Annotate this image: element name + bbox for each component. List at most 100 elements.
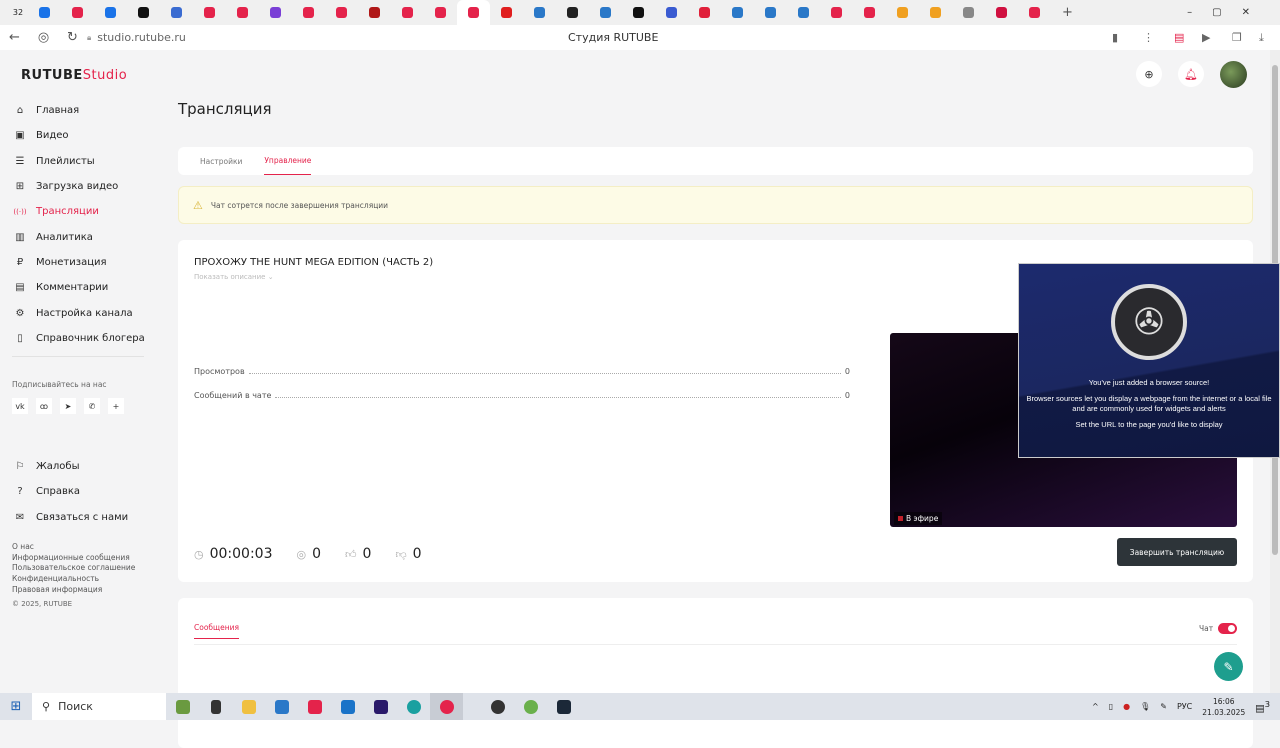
sidebar-bottom-item[interactable]: ✉ Связаться с нами	[12, 505, 128, 530]
collections-icon[interactable]: ❐	[1232, 31, 1242, 44]
pen-icon[interactable]: ✎	[1160, 702, 1167, 711]
footer-link[interactable]: Правовая информация	[12, 585, 135, 596]
browser-tab[interactable]	[787, 0, 820, 25]
sidebar-item[interactable]: ₽ Монетизация	[12, 250, 152, 275]
browser-tab[interactable]	[1018, 0, 1051, 25]
browser-tab[interactable]	[490, 0, 523, 25]
tab-messages[interactable]: Сообщения	[194, 623, 240, 639]
sidebar-item[interactable]: ▣ Видео	[12, 123, 152, 148]
footer-link[interactable]: О нас	[12, 542, 135, 553]
browser-tab[interactable]	[358, 0, 391, 25]
browser-tab[interactable]	[853, 0, 886, 25]
sidebar-item[interactable]: ⊞ Загрузка видео	[12, 174, 152, 199]
yandex-browser-icon[interactable]	[430, 693, 463, 720]
footer-link[interactable]: Конфиденциальность	[12, 574, 135, 585]
steam-icon[interactable]	[547, 699, 580, 714]
chat-toggle[interactable]	[1218, 623, 1237, 634]
utorrent-icon[interactable]	[514, 699, 547, 714]
windows-start-icon[interactable]: ⊞	[0, 699, 32, 714]
url-field[interactable]: studio.rutube.ru	[97, 31, 186, 44]
explorer-icon[interactable]	[232, 699, 265, 714]
clock[interactable]: 16:06 21.03.2025	[1202, 696, 1245, 718]
sidebar-bottom-item[interactable]: ? Справка	[12, 479, 128, 504]
browser-tab[interactable]	[457, 0, 490, 25]
create-icon[interactable]: ⊕	[1136, 61, 1162, 87]
viber-icon[interactable]: ✆	[84, 398, 100, 414]
reload-icon[interactable]: ↻	[58, 30, 87, 45]
browser-tab[interactable]	[61, 0, 94, 25]
browser-tab[interactable]	[391, 0, 424, 25]
browser-tab[interactable]	[688, 0, 721, 25]
end-stream-button[interactable]: Завершить трансляцию	[1117, 538, 1237, 566]
chevron-up-icon[interactable]: ^	[1092, 702, 1099, 711]
browser-tab[interactable]	[127, 0, 160, 25]
browser-tab[interactable]	[160, 0, 193, 25]
browser-tab[interactable]	[259, 0, 292, 25]
tray-app-icon[interactable]: ▯	[1109, 702, 1113, 711]
sidebar-item[interactable]: ☰ Плейлисты	[12, 149, 152, 174]
edge-icon[interactable]	[397, 699, 430, 714]
tab-settings[interactable]: Настройки	[200, 157, 242, 166]
browser-tab[interactable]	[919, 0, 952, 25]
browser-tab[interactable]	[28, 0, 61, 25]
animate-icon[interactable]	[364, 699, 397, 714]
show-description-link[interactable]: Показать описание ⌄	[194, 273, 274, 281]
sidebar-item[interactable]: ▯ Справочник блогера	[12, 326, 152, 351]
more-icon[interactable]: +	[108, 398, 124, 414]
browser-tab[interactable]	[556, 0, 589, 25]
sidebar-item[interactable]: ▥ Аналитика	[12, 224, 152, 249]
browser-tab[interactable]	[523, 0, 556, 25]
browser-tab[interactable]	[655, 0, 688, 25]
avatar[interactable]	[1220, 61, 1247, 88]
rutube-studio-logo[interactable]: RUTUBEStudio	[21, 68, 127, 83]
language-indicator[interactable]: РУС	[1177, 702, 1192, 711]
browser-tab[interactable]	[622, 0, 655, 25]
browser-tab[interactable]	[94, 0, 127, 25]
extension-icon[interactable]: ▤	[1174, 31, 1184, 44]
store-icon[interactable]	[265, 699, 298, 714]
task-view-icon[interactable]	[199, 699, 232, 714]
browser-tab[interactable]	[424, 0, 457, 25]
yandex-icon[interactable]	[298, 699, 331, 714]
sidebar-item[interactable]: ▤ Комментарии	[12, 275, 152, 300]
menu-icon[interactable]: ⋮	[1143, 31, 1154, 44]
browser-tab[interactable]	[226, 0, 259, 25]
browser-tab[interactable]	[820, 0, 853, 25]
media-icon[interactable]: ▶	[1202, 31, 1210, 44]
back-icon[interactable]: ←	[0, 30, 29, 45]
browser-tab[interactable]	[193, 0, 226, 25]
ok-icon[interactable]: ꝏ	[36, 398, 52, 414]
tab-management[interactable]: Управление	[264, 147, 312, 175]
sidebar-item[interactable]: ⚙ Настройка канала	[12, 300, 152, 325]
window-controls[interactable]: –▢✕	[1187, 7, 1270, 18]
vk-icon[interactable]: vk	[12, 398, 28, 414]
bell-icon[interactable]: 🔔︎	[1178, 61, 1204, 87]
footer-link[interactable]: Пользовательское соглашение	[12, 563, 135, 574]
shield-icon[interactable]: ◎	[29, 30, 58, 45]
taskbar-search[interactable]: ⚲ Поиск	[32, 693, 166, 720]
tab-counter[interactable]: 32	[8, 0, 28, 25]
browser-tab[interactable]	[325, 0, 358, 25]
obs-icon[interactable]	[481, 699, 514, 714]
browser-tab[interactable]	[985, 0, 1018, 25]
browser-tab[interactable]	[886, 0, 919, 25]
new-tab-button[interactable]: +	[1051, 0, 1084, 25]
browser-tab[interactable]	[589, 0, 622, 25]
sidebar-item[interactable]: ((·)) Трансляции	[12, 199, 152, 224]
microphone-icon[interactable]: 🎙︎	[1140, 702, 1150, 711]
notifications-icon[interactable]: ▤3	[1255, 699, 1270, 714]
browser-tab[interactable]	[754, 0, 787, 25]
outlook-icon[interactable]	[331, 699, 364, 714]
download-icon[interactable]: ⤓	[1259, 31, 1264, 45]
tray-network-icon[interactable]: ●	[1123, 702, 1130, 711]
sidebar-item[interactable]: ⌂ Главная	[12, 98, 152, 123]
browser-tab[interactable]	[721, 0, 754, 25]
telegram-icon[interactable]: ➤	[60, 398, 76, 414]
browser-tab[interactable]	[292, 0, 325, 25]
sidebar-bottom-item[interactable]: ⚐ Жалобы	[12, 454, 128, 479]
support-chat-button[interactable]: ✎	[1214, 652, 1243, 681]
browser-tab[interactable]	[952, 0, 985, 25]
footer-link[interactable]: Информационные сообщения	[12, 553, 135, 564]
bookmark-icon[interactable]: ▮	[1112, 31, 1118, 44]
widgets-icon[interactable]	[166, 699, 199, 714]
